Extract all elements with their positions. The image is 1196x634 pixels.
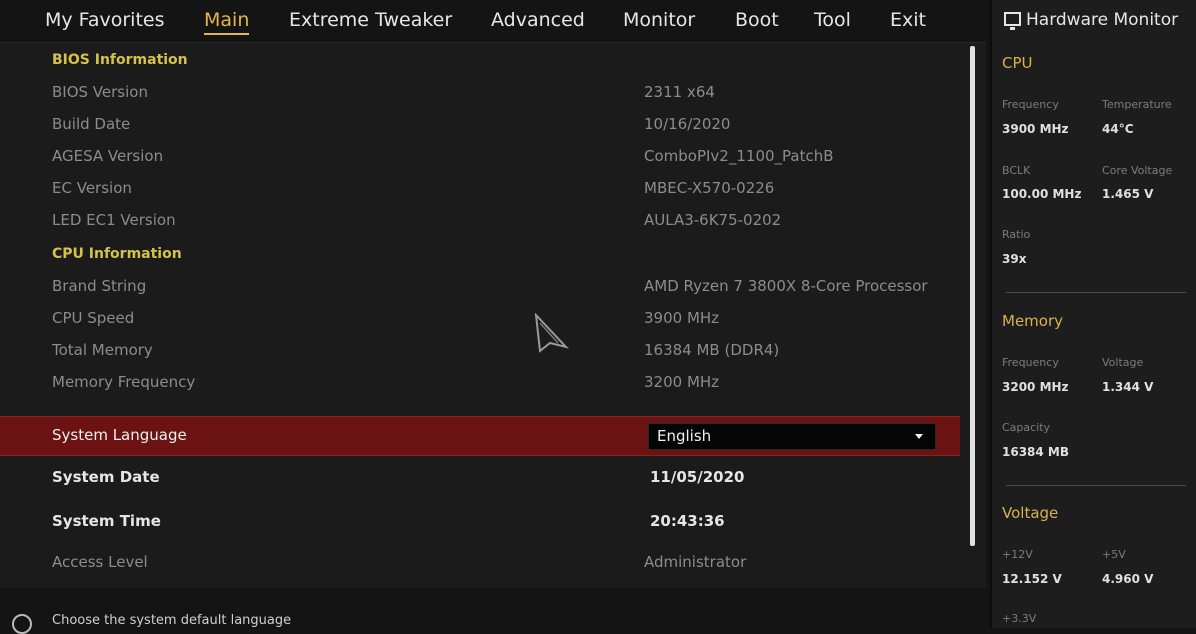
bios-version-label: BIOS Version <box>52 83 148 101</box>
menu-bar: My Favorites Main Extreme Tweaker Advanc… <box>0 0 986 43</box>
tab-exit[interactable]: Exit <box>890 9 926 31</box>
voltage-5v-label: +5V <box>1102 548 1126 561</box>
capacity-value: 16384 MB <box>1002 445 1070 459</box>
brand-string-row: Brand String AMD Ryzen 7 3800X 8-Core Pr… <box>0 272 960 302</box>
system-date-value[interactable]: 11/05/2020 <box>650 468 744 486</box>
cpu-speed-value: 3900 MHz <box>644 309 720 327</box>
bclk-value: 100.00 MHz <box>1002 187 1082 201</box>
led-ec1-version-value: AULA3-6K75-0202 <box>644 211 782 229</box>
bios-info-heading: BIOS Information <box>52 52 188 68</box>
brand-string-value: AMD Ryzen 7 3800X 8-Core Processor <box>644 277 928 295</box>
system-language-value: English <box>657 427 712 445</box>
memory-frequency-label: Frequency <box>1002 356 1059 369</box>
scrollbar[interactable] <box>970 46 975 546</box>
build-date-label: Build Date <box>52 115 131 133</box>
bclk-label: BCLK <box>1002 164 1031 177</box>
system-time-row[interactable]: System Time 20:43:36 <box>0 507 960 537</box>
cpu-temperature-label: Temperature <box>1102 98 1172 111</box>
system-language-dropdown[interactable]: English <box>648 423 936 450</box>
hardware-monitor-title: Hardware Monitor <box>1026 10 1179 30</box>
cpu-info-heading: CPU Information <box>52 246 182 262</box>
tab-advanced[interactable]: Advanced <box>491 9 585 31</box>
voltage-heading: Voltage <box>1002 504 1059 522</box>
cpu-speed-label: CPU Speed <box>52 309 135 327</box>
memory-voltage-value: 1.344 V <box>1102 380 1154 394</box>
memory-frequency-label: Memory Frequency <box>52 373 196 391</box>
brand-string-label: Brand String <box>52 277 147 295</box>
voltage-3v3-label: +3.3V <box>1002 612 1037 625</box>
memory-frequency-value: 3200 MHz <box>1002 380 1069 394</box>
access-level-label: Access Level <box>52 553 148 571</box>
capacity-label: Capacity <box>1002 421 1051 434</box>
divider <box>1006 485 1186 486</box>
agesa-version-label: AGESA Version <box>52 147 164 165</box>
agesa-version-row: AGESA Version ComboPIv2_1100_PatchB <box>0 142 960 172</box>
build-date-row: Build Date 10/16/2020 <box>0 110 960 140</box>
access-level-row: Access Level Administrator <box>0 548 960 578</box>
ec-version-label: EC Version <box>52 179 132 197</box>
cpu-frequency-value: 3900 MHz <box>1002 122 1069 136</box>
divider <box>1006 292 1186 293</box>
core-voltage-label: Core Voltage <box>1102 164 1173 177</box>
system-language-label: System Language <box>52 426 187 444</box>
help-bar: Choose the system default language <box>0 594 986 634</box>
agesa-version-value: ComboPIv2_1100_PatchB <box>644 147 834 165</box>
core-voltage-value: 1.465 V <box>1102 187 1154 201</box>
led-ec1-version-label: LED EC1 Version <box>52 211 176 229</box>
cpu-heading: CPU <box>1002 54 1033 72</box>
tab-tool[interactable]: Tool <box>814 9 851 31</box>
chevron-down-icon <box>915 434 923 439</box>
memory-heading: Memory <box>1002 312 1064 330</box>
info-icon <box>12 614 32 634</box>
system-date-row[interactable]: System Date 11/05/2020 <box>0 463 960 493</box>
total-memory-row: Total Memory 16384 MB (DDR4) <box>0 336 960 366</box>
system-date-label: System Date <box>52 468 160 486</box>
tab-my-favorites[interactable]: My Favorites <box>45 9 165 31</box>
tab-main[interactable]: Main <box>204 9 250 35</box>
ratio-label: Ratio <box>1002 228 1031 241</box>
ec-version-row: EC Version MBEC-X570-0226 <box>0 174 960 204</box>
hardware-monitor-panel: Hardware Monitor CPU Frequency Temperatu… <box>990 0 1196 628</box>
cpu-temperature-value: 44°C <box>1102 122 1134 136</box>
cpu-speed-row: CPU Speed 3900 MHz <box>0 304 960 334</box>
bios-version-row: BIOS Version 2311 x64 <box>0 78 960 108</box>
mouse-cursor-icon <box>534 313 570 353</box>
total-memory-value: 16384 MB (DDR4) <box>644 341 780 359</box>
system-time-value[interactable]: 20:43:36 <box>650 512 725 530</box>
voltage-12v-value: 12.152 V <box>1002 572 1062 586</box>
memory-frequency-value: 3200 MHz <box>644 373 720 391</box>
build-date-value: 10/16/2020 <box>644 115 731 133</box>
system-language-row[interactable]: System Language English <box>0 416 960 456</box>
ratio-value: 39x <box>1002 252 1027 266</box>
system-time-label: System Time <box>52 512 161 530</box>
voltage-12v-label: +12V <box>1002 548 1033 561</box>
memory-voltage-label: Voltage <box>1102 356 1144 369</box>
voltage-5v-value: 4.960 V <box>1102 572 1154 586</box>
help-text: Choose the system default language <box>52 613 292 628</box>
tab-extreme-tweaker[interactable]: Extreme Tweaker <box>289 9 452 31</box>
led-ec1-version-row: LED EC1 Version AULA3-6K75-0202 <box>0 206 960 236</box>
access-level-value: Administrator <box>644 553 747 571</box>
memory-frequency-row: Memory Frequency 3200 MHz <box>0 368 960 398</box>
monitor-icon <box>1004 12 1021 30</box>
tab-boot[interactable]: Boot <box>735 9 779 31</box>
cpu-frequency-label: Frequency <box>1002 98 1059 111</box>
ec-version-value: MBEC-X570-0226 <box>644 179 775 197</box>
tab-monitor[interactable]: Monitor <box>623 9 695 31</box>
main-panel: BIOS Information BIOS Version 2311 x64 B… <box>0 43 986 588</box>
bios-version-value: 2311 x64 <box>644 83 715 101</box>
total-memory-label: Total Memory <box>52 341 153 359</box>
